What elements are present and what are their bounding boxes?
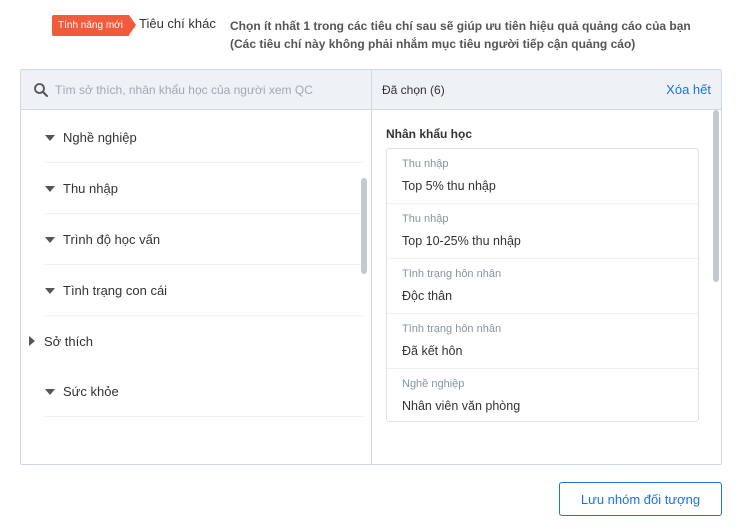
panel-divider: [371, 70, 372, 464]
caret-down-icon: [45, 288, 55, 294]
category-label: Sức khỏe: [63, 384, 119, 399]
new-feature-badge: Tính năng mới: [52, 15, 136, 36]
description-line-1: Chọn ít nhất 1 trong các tiêu chí sau sẽ…: [230, 19, 691, 33]
criteria-panel: Nghề nghiệp Thu nhập Trình độ học vấn Tì…: [20, 69, 722, 465]
caret-down-icon: [45, 237, 55, 243]
category-list: Nghề nghiệp Thu nhập Trình độ học vấn Tì…: [21, 110, 371, 464]
category-label: Sở thích: [44, 334, 93, 349]
category-item-nghe-nghiep[interactable]: Nghề nghiệp: [45, 112, 363, 163]
caret-down-icon: [45, 135, 55, 141]
selected-header: Đã chọn (6) Xóa hết: [372, 70, 721, 110]
selected-item-value: Độc thân: [402, 289, 453, 303]
selected-item-category: Tình trạng hôn nhân: [402, 268, 502, 280]
selected-list-scrollbar[interactable]: [713, 110, 719, 282]
caret-down-icon: [45, 186, 55, 192]
selected-item-category: Tình trạng hôn nhân: [402, 323, 502, 335]
selected-item[interactable]: Tình trạng hôn nhân Đã kết hôn: [387, 314, 698, 369]
selected-item-category: Thu nhập: [402, 213, 449, 225]
category-label: Thu nhập: [63, 181, 118, 196]
page-header: Tính năng mới Tiêu chí khác Chọn ít nhất…: [52, 10, 742, 56]
selected-items-box: Thu nhập Top 5% thu nhập Thu nhập Top 10…: [386, 148, 699, 422]
selected-item[interactable]: Tình trạng hôn nhân Độc thân: [387, 259, 698, 314]
selected-item-category: Thu nhập: [402, 158, 449, 170]
search-icon: [34, 83, 48, 97]
caret-right-icon: [29, 336, 35, 346]
category-label: Trình độ học vấn: [63, 232, 161, 247]
search-input[interactable]: [55, 78, 360, 102]
selected-count: Đã chọn (6): [382, 83, 445, 97]
selected-group-title: Nhân khẩu học: [386, 127, 473, 141]
search-bar: [21, 70, 371, 110]
selected-item[interactable]: Thu nhập Top 5% thu nhập: [387, 149, 698, 204]
selected-item-value: Đã kết hôn: [402, 344, 463, 358]
category-label: Tình trạng con cái: [63, 283, 168, 298]
clear-all-link[interactable]: Xóa hết: [666, 82, 711, 97]
category-item-so-thich[interactable]: Sở thích: [29, 316, 347, 367]
caret-down-icon: [45, 389, 55, 395]
criteria-label: Tiêu chí khác: [139, 16, 216, 31]
selected-item-value: Nhân viên văn phòng: [402, 399, 521, 413]
save-audience-button[interactable]: Lưu nhóm đối tượng: [559, 482, 722, 516]
header-description: Chọn ít nhất 1 trong các tiêu chí sau sẽ…: [230, 17, 740, 53]
selected-item[interactable]: Thu nhập Top 10-25% thu nhập: [387, 204, 698, 259]
selected-item-value: Top 5% thu nhập: [402, 179, 496, 193]
category-list-scrollbar[interactable]: [361, 178, 367, 274]
category-item-tinh-trang-con-cai[interactable]: Tình trạng con cái: [45, 265, 363, 316]
category-item-thu-nhap[interactable]: Thu nhập: [45, 163, 363, 214]
selected-item[interactable]: Nghề nghiệp Nhân viên văn phòng: [387, 369, 698, 421]
selected-item-value: Top 10-25% thu nhập: [402, 234, 521, 248]
category-label: Nghề nghiệp: [63, 130, 137, 145]
description-line-2: (Các tiêu chí này không phải nhắm mục ti…: [230, 37, 636, 51]
category-item-suc-khoe[interactable]: Sức khỏe: [45, 366, 363, 417]
category-item-trinh-do-hoc-van[interactable]: Trình độ học vấn: [45, 214, 363, 265]
selected-item-category: Nghề nghiệp: [402, 378, 465, 390]
